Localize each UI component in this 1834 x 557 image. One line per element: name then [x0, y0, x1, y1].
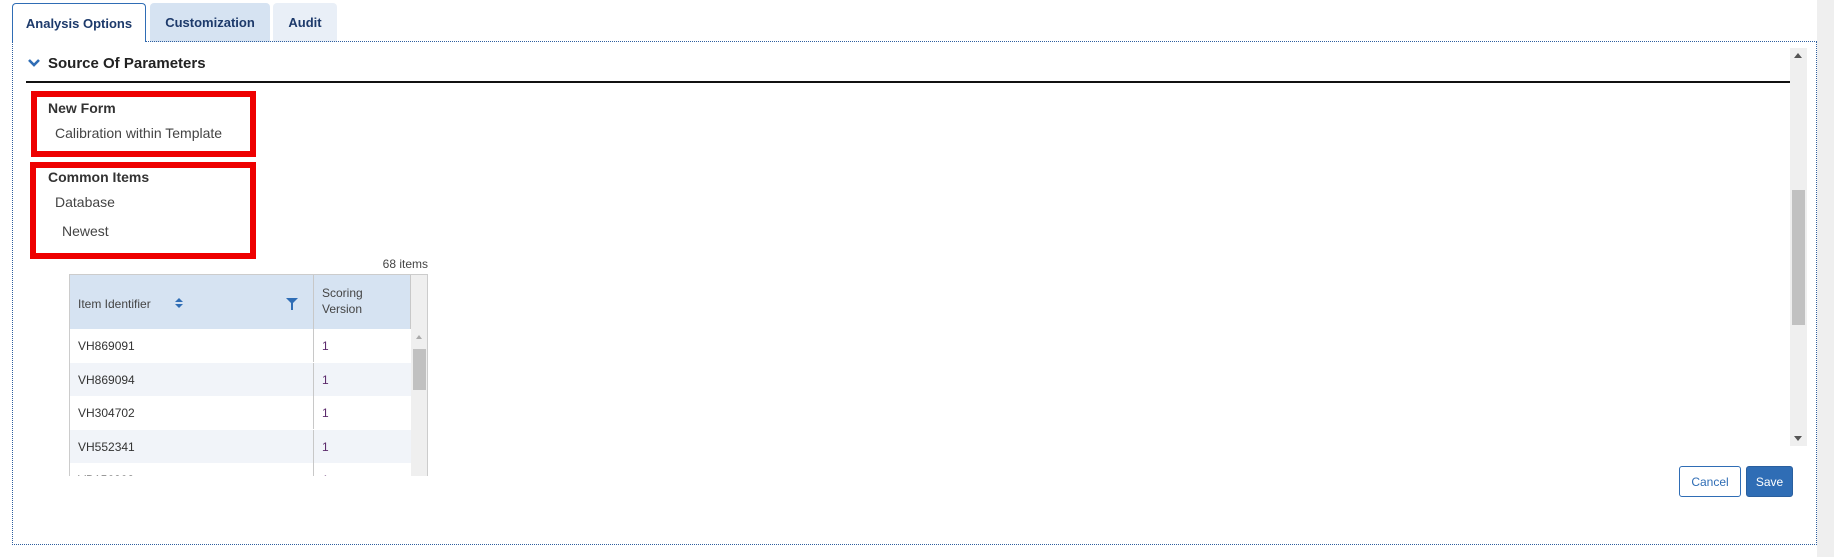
table-row[interactable]: VH869094 1: [70, 362, 411, 396]
common-items-source: Database: [55, 194, 115, 210]
item-identifier-cell: VB156202: [78, 473, 134, 476]
scoring-version-cell: 1: [322, 473, 329, 476]
cancel-button[interactable]: Cancel: [1679, 466, 1741, 497]
items-table: Item Identifier Scoring Version VH869091…: [69, 274, 428, 476]
scoring-version-cell: 1: [322, 372, 329, 387]
item-identifier-cell: VH552341: [78, 439, 135, 454]
item-identifier-cell: VH304702: [78, 406, 135, 420]
column-divider: [313, 396, 314, 429]
column-label: Scoring Version: [322, 286, 363, 316]
scroll-header-spacer: [411, 275, 427, 329]
item-count: 68 items: [382, 257, 428, 271]
save-button[interactable]: Save: [1746, 466, 1793, 497]
scoring-version-cell: 1: [322, 339, 329, 353]
sort-icon[interactable]: [175, 297, 183, 309]
chevron-down-icon[interactable]: [27, 56, 41, 70]
table-scrollbar-thumb[interactable]: [413, 349, 426, 390]
new-form-value: Calibration within Template: [55, 125, 223, 141]
section-divider: [26, 81, 1790, 83]
scroll-up-icon[interactable]: [1794, 53, 1802, 58]
page-edge-strip: [1817, 0, 1834, 557]
table-row[interactable]: VH304702 1: [70, 396, 411, 429]
panel-scrollbar-thumb[interactable]: [1792, 190, 1805, 325]
column-header-scoring-version[interactable]: Scoring Version: [314, 275, 411, 329]
item-identifier-cell: VH869094: [78, 372, 135, 387]
table-row[interactable]: VB156202 1: [70, 463, 411, 476]
column-divider: [313, 362, 314, 396]
new-form-label: New Form: [48, 100, 116, 116]
tab-audit[interactable]: Audit: [273, 3, 337, 42]
tab-customization[interactable]: Customization: [150, 3, 270, 42]
common-items-label: Common Items: [48, 169, 150, 185]
scoring-version-cell: 1: [322, 439, 329, 454]
scroll-down-icon[interactable]: [1794, 436, 1802, 441]
column-divider: [313, 329, 314, 362]
column-label: Item Identifier: [78, 297, 151, 311]
scroll-up-icon[interactable]: [416, 335, 422, 339]
column-header-item-identifier[interactable]: Item Identifier: [70, 275, 314, 329]
table-row[interactable]: VH552341 1: [70, 429, 411, 463]
common-items-version: Newest: [62, 223, 109, 239]
item-identifier-cell: VH869091: [78, 339, 135, 353]
filter-icon[interactable]: [286, 298, 298, 310]
column-divider: [313, 463, 314, 476]
section-title[interactable]: Source Of Parameters: [48, 55, 206, 72]
scoring-version-cell: 1: [322, 406, 329, 420]
tab-analysis-options[interactable]: Analysis Options: [12, 3, 146, 42]
column-divider: [313, 429, 314, 463]
table-row[interactable]: VH869091 1: [70, 329, 411, 362]
table-scrollbar[interactable]: [411, 329, 427, 476]
